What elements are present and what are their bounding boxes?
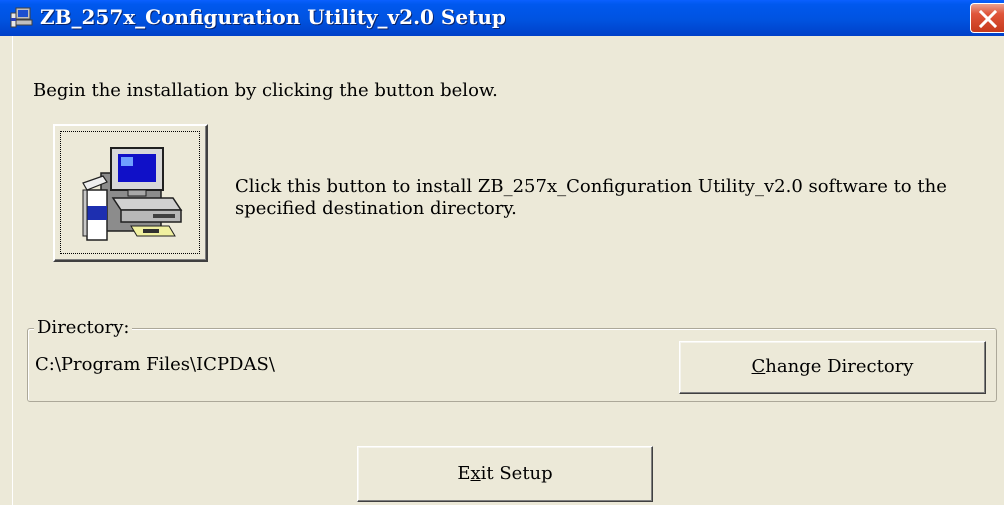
close-icon	[978, 9, 998, 29]
title-bar[interactable]: ZB_257x_Configuration Utility_v2.0 Setup	[0, 0, 1004, 36]
install-button[interactable]	[53, 124, 208, 262]
exit-setup-button[interactable]: Exit Setup	[357, 446, 653, 502]
window-title: ZB_257x_Configuration Utility_v2.0 Setup	[40, 5, 506, 29]
setup-computer-icon	[10, 7, 34, 29]
exit-setup-label-suffix: it Setup	[480, 463, 553, 484]
exit-setup-label-prefix: E	[457, 463, 471, 484]
close-button[interactable]	[970, 3, 1004, 33]
install-description: Click this button to install ZB_257x_Con…	[235, 176, 947, 219]
directory-path: C:\Program Files\ICPDAS\	[35, 354, 275, 375]
change-directory-mnemonic: C	[751, 356, 766, 377]
directory-group-label: Directory:	[34, 317, 133, 338]
instruction-text: Begin the installation by clicking the b…	[33, 80, 498, 101]
install-computer-icon	[73, 138, 188, 252]
change-directory-button[interactable]: Change Directory	[679, 341, 986, 394]
exit-setup-mnemonic: x	[470, 463, 481, 484]
dialog-body	[12, 36, 1004, 505]
change-directory-label-suffix: hange Directory	[765, 356, 914, 377]
